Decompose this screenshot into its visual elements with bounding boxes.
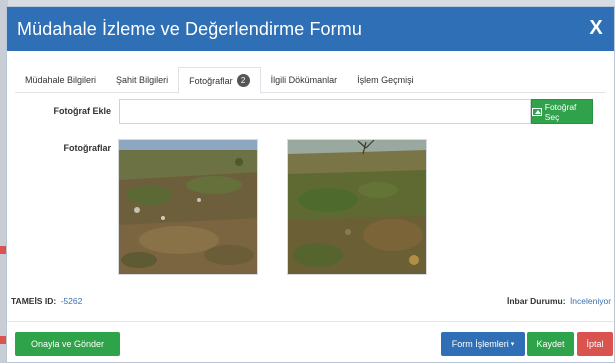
status-label: İnbar Durumu:	[507, 296, 566, 306]
tab-sahit-bilgileri[interactable]: Şahit Bilgileri	[106, 67, 178, 93]
form-actions-label: Form İşlemleri	[451, 339, 509, 349]
choose-photo-button[interactable]: Fotoğraf Seç	[531, 99, 593, 124]
close-button[interactable]: X	[584, 15, 608, 41]
tab-bar: Müdahale Bilgileri Şahit Bilgileri Fotoğ…	[15, 67, 606, 94]
tameis-id-value: -5262	[60, 296, 83, 306]
tab-ilgili-dokumanlar[interactable]: İlgili Dökümanlar	[261, 67, 348, 93]
tab-label: Müdahale Bilgileri	[25, 75, 97, 85]
tab-label: İşlem Geçmişi	[357, 75, 414, 85]
field-photo-2	[288, 140, 426, 274]
add-photo-label: Fotoğraf Ekle	[53, 106, 111, 116]
field-photo-1	[119, 140, 257, 274]
tameis-id-label: TAMEİS ID:	[11, 296, 57, 306]
modal-title: Müdahale İzleme ve Değerlendirme Formu	[17, 18, 362, 39]
tameis-id: TAMEİS ID: -5262	[11, 296, 82, 306]
cancel-button[interactable]: İptal	[577, 332, 613, 356]
tab-islem-gecmisi[interactable]: İşlem Geçmişi	[347, 67, 424, 93]
modal-header: Müdahale İzleme ve Değerlendirme Formu X	[7, 7, 614, 51]
footer-divider	[7, 321, 614, 322]
photo-thumbnail-2[interactable]	[287, 139, 427, 275]
photo-thumbnail-1[interactable]	[118, 139, 258, 275]
tab-mudahale-bilgileri[interactable]: Müdahale Bilgileri	[15, 67, 106, 93]
tab-label: Fotoğraflar	[189, 75, 233, 86]
approve-and-send-button[interactable]: Onayla ve Gönder	[15, 332, 120, 356]
status-value: İnceleniyor	[569, 296, 612, 306]
tab-label: Şahit Bilgileri	[116, 75, 169, 85]
tab-label: İlgili Dökümanlar	[270, 75, 338, 85]
photos-label: Fotoğraflar	[63, 143, 111, 153]
save-button[interactable]: Kaydet	[527, 332, 574, 356]
status-info: İnbar Durumu: İnceleniyor	[507, 296, 611, 306]
picture-icon	[532, 107, 542, 116]
form-actions-button[interactable]: Form İşlemleri ▾	[441, 332, 525, 356]
choose-photo-label: Fotoğraf Seç	[544, 101, 577, 122]
photo-path-input[interactable]	[119, 99, 531, 124]
tab-fotograflar[interactable]: Fotoğraflar 2	[178, 67, 261, 94]
caret-down-icon: ▾	[510, 341, 515, 348]
form-modal: Müdahale İzleme ve Değerlendirme Formu X…	[6, 6, 615, 363]
photo-count-badge: 2	[236, 74, 250, 87]
